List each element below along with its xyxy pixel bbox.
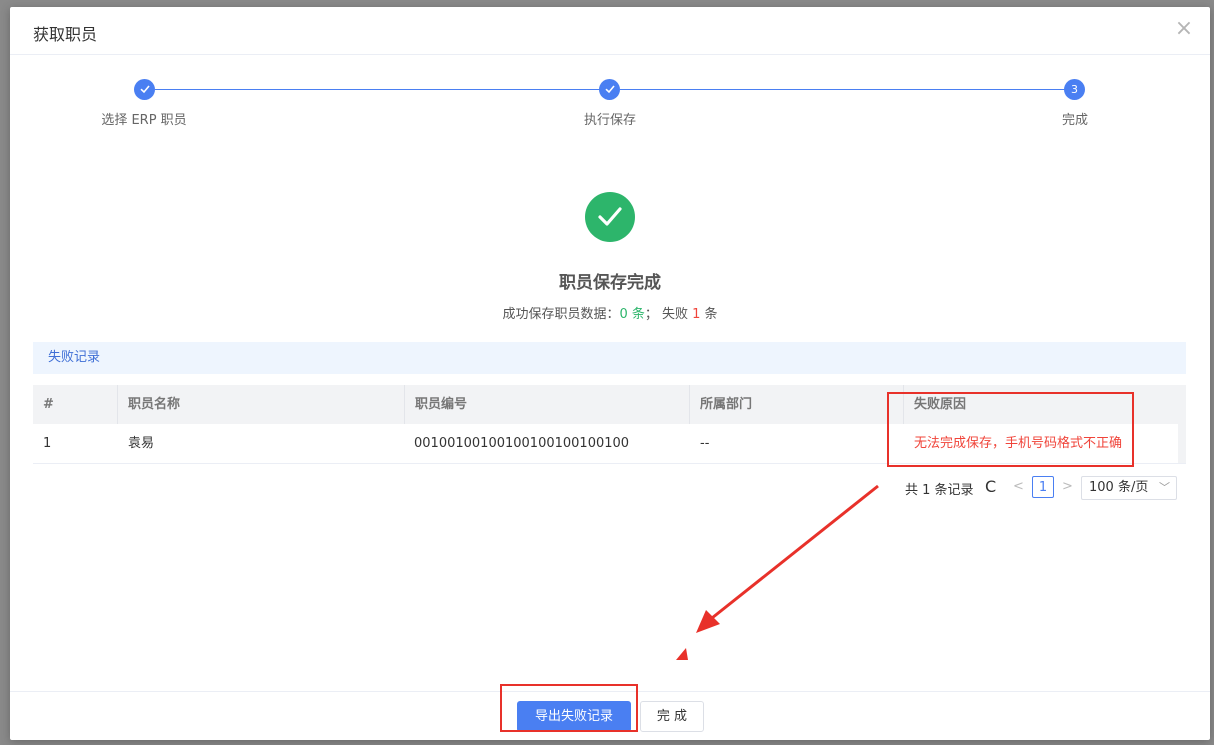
page-number-button[interactable]: 1 <box>1032 476 1054 498</box>
col-name: 职员名称 <box>117 385 180 424</box>
step-connector <box>155 89 610 90</box>
close-icon[interactable]: × <box>1174 18 1194 40</box>
step-1-check-icon <box>134 79 155 100</box>
steps: 选择 ERP 职员 执行保存 3 完成 <box>10 79 1210 139</box>
col-dept: 所属部门 <box>689 385 752 424</box>
step-1-label: 选择 ERP 职员 <box>101 113 187 128</box>
next-page-icon[interactable]: > <box>1062 479 1073 494</box>
cell-name: 袁易 <box>128 436 155 451</box>
cell-index: 1 <box>43 436 52 451</box>
get-employees-modal: 获取职员 × 选择 ERP 职员 执行保存 3 完成 职员保存完成 成功保存职员… <box>10 7 1210 740</box>
result-title: 职员保存完成 <box>559 273 661 293</box>
col-code: 职员编号 <box>404 385 467 424</box>
step-connector <box>620 89 1075 90</box>
step-2-check-icon <box>599 79 620 100</box>
page-size-value: 100 条/页 <box>1089 480 1149 495</box>
page-size-select[interactable]: 100 条/页 ﹀ <box>1081 476 1177 500</box>
modal-header: 获取职员 × <box>10 7 1210 55</box>
cell-code: 00100100100100100100100100 <box>414 436 630 451</box>
prev-page-icon[interactable]: < <box>1013 479 1024 494</box>
fail-records-header: 失败记录 <box>33 342 1186 374</box>
refresh-icon[interactable]: C <box>985 477 996 496</box>
result-summary: 成功保存职员数据：0 条； 失败 1 条 <box>10 303 1210 322</box>
annotation-box-fail-reason <box>887 392 1134 467</box>
step-3-label: 完成 <box>1061 113 1089 128</box>
total-records: 共 1 条记录 <box>905 483 974 498</box>
cell-dept: -- <box>700 436 710 451</box>
success-check-icon <box>585 192 635 242</box>
summary-prefix: 成功保存职员数据： <box>502 307 620 322</box>
table-scrollbar[interactable] <box>1178 385 1186 463</box>
chevron-down-icon: ﹀ <box>1159 481 1170 494</box>
annotation-box-export-button <box>500 684 638 732</box>
done-button[interactable]: 完 成 <box>640 701 704 732</box>
col-index: # <box>43 397 54 412</box>
success-count: 0 条 <box>619 307 645 322</box>
step-3-number: 3 <box>1064 79 1085 100</box>
fail-unit: 条 <box>700 307 718 322</box>
pagination: 共 1 条记录 C < 1 > 100 条/页 ﹀ <box>10 476 1210 500</box>
step-2-label: 执行保存 <box>583 113 637 128</box>
summary-separator: ； 失败 <box>644 307 693 322</box>
modal-title: 获取职员 <box>33 25 98 44</box>
